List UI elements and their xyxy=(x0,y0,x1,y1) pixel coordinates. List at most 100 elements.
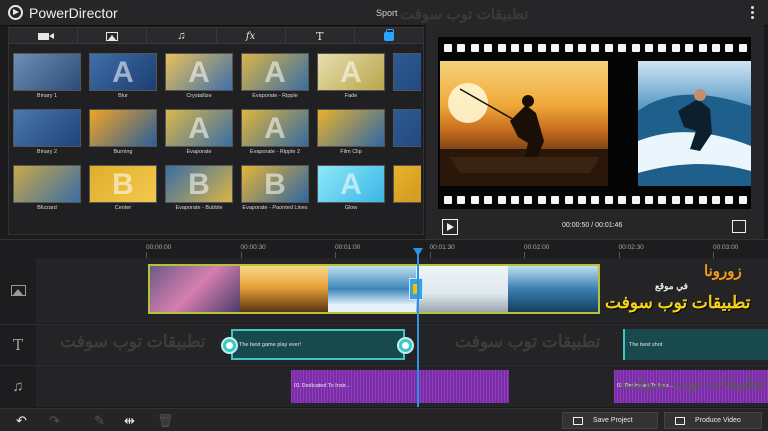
transition-label: Crystallize xyxy=(186,93,212,99)
ruler-label: 00:01:30 xyxy=(429,244,455,251)
clip-thumb xyxy=(328,266,416,312)
clip-thumb xyxy=(150,266,240,312)
preview-panel: 00:00:50 / 00:01:46 xyxy=(426,23,764,239)
transition-label: Glow xyxy=(344,205,358,211)
timeline-ruler[interactable]: 00:00:00 00:00:30 00:01:00 00:01:30 00:02:00… xyxy=(36,240,768,258)
transition-thumbnail: B xyxy=(241,165,309,203)
fx-icon: fx xyxy=(245,30,256,42)
watermark-title-left: تطبيقات توب سوفت xyxy=(60,332,206,351)
transition-thumbnail: A xyxy=(317,165,385,203)
title-clip[interactable]: The best game play ever! xyxy=(231,329,405,360)
transition-item[interactable]: Pag xyxy=(393,165,421,220)
ruler-label: 00:00:30 xyxy=(240,244,266,251)
transition-item[interactable]: B Evaporate - Paonted Lines xyxy=(241,165,309,220)
title-clip-end-handle[interactable] xyxy=(397,337,414,354)
transition-item[interactable]: Burning xyxy=(89,109,157,164)
play-button[interactable] xyxy=(442,219,458,235)
transition-item[interactable]: A Evaporate - Ripple xyxy=(241,53,309,108)
bottom-toolbar: ↶ ↷ ✎ ⇹ 🗑 Save Project Produce Video xyxy=(0,408,768,431)
thumbnail-letter: A xyxy=(188,112,210,145)
transition-marker[interactable] xyxy=(409,278,423,300)
tab-video[interactable] xyxy=(9,28,79,44)
tab-photo[interactable] xyxy=(78,28,148,44)
transition-label: Fade xyxy=(344,93,358,99)
transition-item[interactable]: Blizzard xyxy=(13,165,81,220)
transition-item[interactable]: Binary 2 xyxy=(13,109,81,164)
save-icon xyxy=(573,416,583,425)
redo-icon[interactable]: ↷ xyxy=(49,413,60,429)
ruler-label: 00:03:00 xyxy=(713,244,739,251)
produce-video-label: Produce Video xyxy=(695,417,741,424)
clip-thumb xyxy=(508,266,598,312)
tab-music[interactable]: ♫ xyxy=(147,28,217,44)
transition-thumbnail xyxy=(13,53,81,91)
title-clip-start-handle[interactable] xyxy=(221,337,238,354)
transition-label: Pag xyxy=(387,205,421,211)
transition-label: Evaporate xyxy=(186,149,212,155)
transition-label: M xyxy=(387,149,421,155)
transition-item[interactable]: A Evaporate - Ripple 2 xyxy=(241,109,309,164)
transition-item[interactable]: A Fade xyxy=(317,53,385,108)
transition-item[interactable]: Film Clip xyxy=(317,109,385,164)
preview-screen xyxy=(438,37,751,209)
transition-item[interactable]: B Center xyxy=(89,165,157,220)
transition-label: Blizzard xyxy=(37,205,57,211)
music-icon: ♫ xyxy=(177,30,186,42)
transition-item[interactable]: Binary 1 xyxy=(13,53,81,108)
save-project-button[interactable]: Save Project xyxy=(562,412,658,429)
video-clip[interactable] xyxy=(148,264,600,314)
timeline[interactable]: 00:00:00 00:00:30 00:01:00 00:01:30 00:02:00… xyxy=(0,239,768,407)
thumbnail-letter: A xyxy=(340,168,362,201)
playhead[interactable] xyxy=(417,252,419,407)
pencil-icon[interactable]: ✎ xyxy=(94,413,105,429)
transition-icon xyxy=(383,28,394,41)
undo-icon[interactable]: ↶ xyxy=(16,413,27,429)
transition-item[interactable]: A Glow xyxy=(317,165,385,220)
transition-item[interactable] xyxy=(393,53,421,108)
transition-item[interactable]: A Crystallize xyxy=(165,53,233,108)
produce-video-button[interactable]: Produce Video xyxy=(664,412,762,429)
transition-item[interactable]: B Evaporate - Bubble xyxy=(165,165,233,220)
transition-label: Evaporate - Ripple 2 xyxy=(249,149,301,155)
clip-thumb xyxy=(240,266,328,312)
watermark-music-right: تطبيقات توب سوفت xyxy=(620,373,766,392)
brand-watermark-line-3: تطبيقات توب سوفت xyxy=(605,293,751,312)
transition-thumbnail xyxy=(13,109,81,147)
more-vertical-icon[interactable] xyxy=(749,6,755,20)
brand-watermark-line-1: زورونا xyxy=(704,263,742,280)
save-project-label: Save Project xyxy=(593,417,633,424)
film-sprockets-top xyxy=(438,41,751,55)
split-icon[interactable]: ⇹ xyxy=(124,413,135,429)
transition-thumbnail: A xyxy=(165,53,233,91)
transition-label: Center xyxy=(114,205,132,211)
tab-title[interactable]: T xyxy=(286,28,355,44)
transition-thumbnail xyxy=(393,109,421,147)
tab-transition[interactable] xyxy=(355,28,423,44)
transition-thumbnail: B xyxy=(89,165,157,203)
transition-label: Evaporate - Paonted Lines xyxy=(242,205,308,211)
ruler-label: 00:01:00 xyxy=(335,244,361,251)
title-clip[interactable]: The best shot xyxy=(623,329,768,360)
music-clip[interactable]: 01 Dedicated To Instr... xyxy=(291,370,509,403)
transition-item[interactable]: M xyxy=(393,109,421,164)
trash-icon[interactable]: 🗑 xyxy=(157,413,174,429)
transition-label: Evaporate - Bubble xyxy=(175,205,223,211)
transition-item[interactable]: A Evaporate xyxy=(165,109,233,164)
ruler-label: 00:00:00 xyxy=(146,244,172,251)
transition-thumbnail: A xyxy=(89,53,157,91)
tab-fx[interactable]: fx xyxy=(217,28,286,44)
ruler-label: 00:02:00 xyxy=(524,244,550,251)
thumbnail-letter: A xyxy=(264,56,286,89)
transition-thumbnail: A xyxy=(317,53,385,91)
fullscreen-icon[interactable] xyxy=(732,220,746,233)
music-clip-text: 01 Dedicated To Instr... xyxy=(294,383,351,389)
brand-watermark-line-2: في موقع xyxy=(655,281,688,291)
transition-label: Evaporate - Ripple xyxy=(252,93,298,99)
thumbnail-letter: A xyxy=(188,56,210,89)
film-icon xyxy=(675,416,685,425)
transition-item[interactable]: A Blur xyxy=(89,53,157,108)
library-tabs: ♫ fx T xyxy=(9,28,423,44)
film-sprockets-bottom xyxy=(438,193,751,207)
fisherman-image xyxy=(440,83,608,186)
video-icon xyxy=(37,32,54,40)
